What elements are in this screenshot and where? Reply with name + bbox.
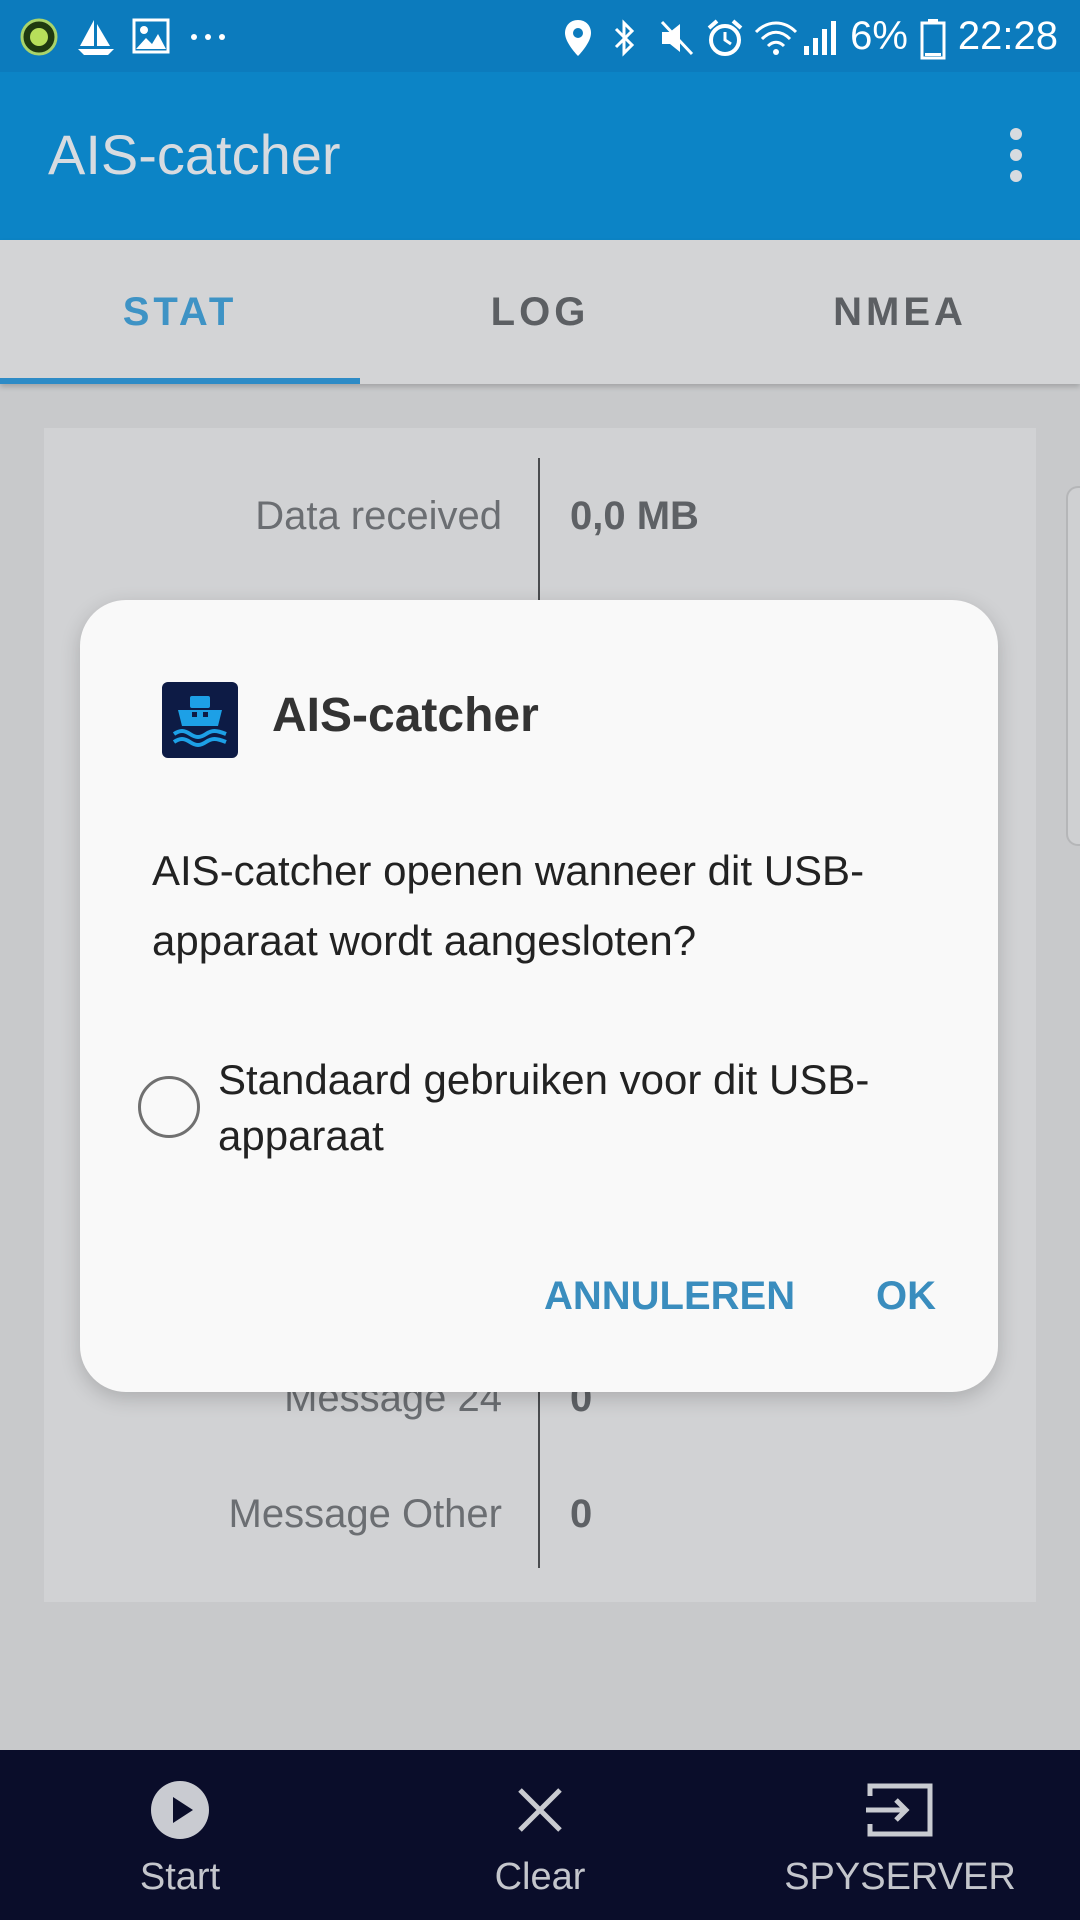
usb-permission-dialog: AIS-catcher AIS-catcher openen wanneer d… xyxy=(80,600,998,1392)
default-usb-radio[interactable] xyxy=(138,1076,200,1138)
ship-icon xyxy=(162,682,238,758)
dialog-message: AIS-catcher openen wanneer dit USB-appar… xyxy=(152,847,865,964)
cancel-button[interactable]: ANNULEREN xyxy=(544,1256,795,1336)
default-usb-label[interactable]: Standaard gebruiken voor dit USB-apparaa… xyxy=(218,1052,918,1164)
dialog-title: AIS-catcher xyxy=(272,689,539,742)
ok-button[interactable]: OK xyxy=(876,1256,936,1336)
